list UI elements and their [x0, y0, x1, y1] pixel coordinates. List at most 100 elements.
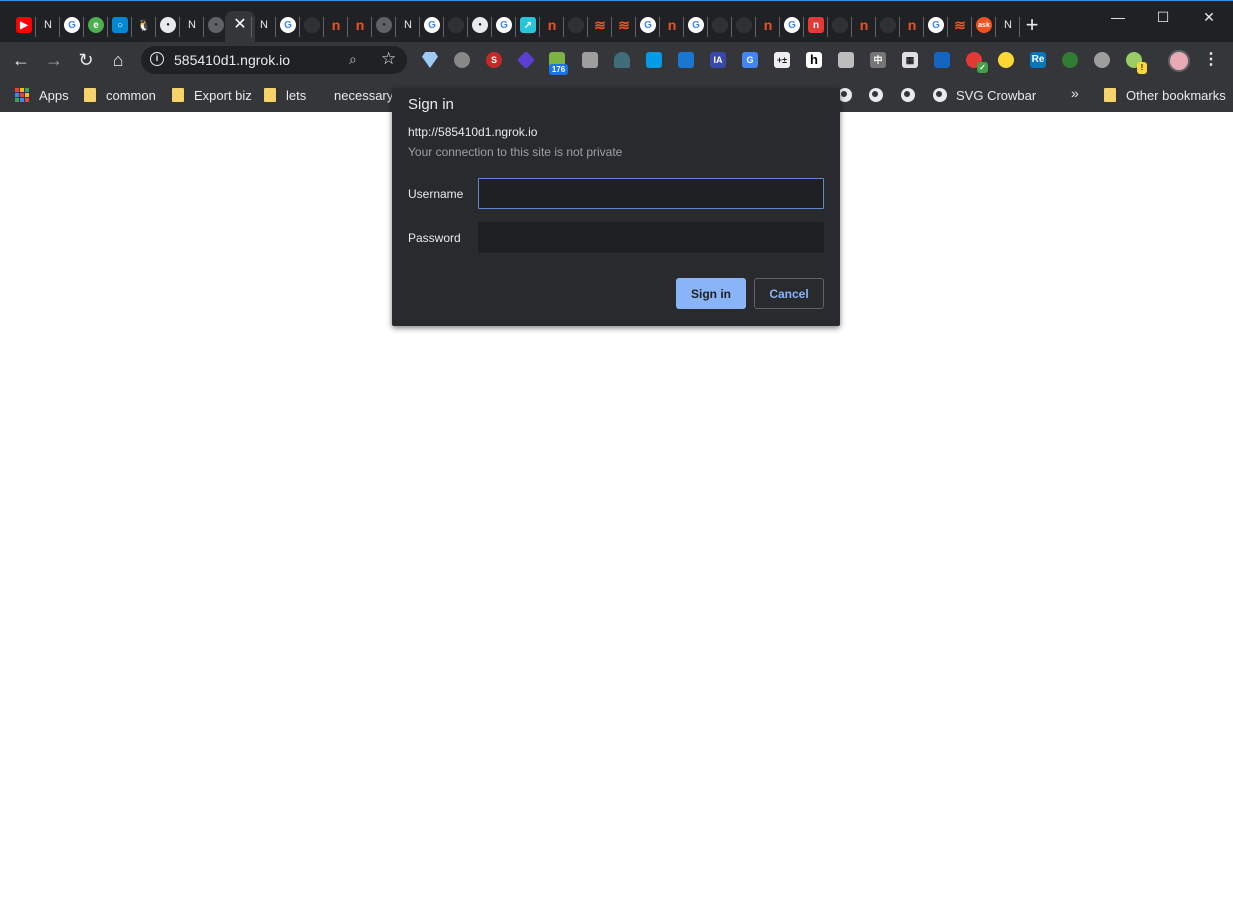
- tab[interactable]: N: [36, 11, 60, 43]
- close-window-button[interactable]: ✕: [1199, 7, 1219, 27]
- bookmarks-overflow-button[interactable]: »: [1071, 85, 1079, 101]
- bookmark-globe-2[interactable]: [869, 85, 892, 105]
- bookmark-star-icon[interactable]: ☆: [381, 49, 396, 69]
- tab[interactable]: n: [900, 11, 924, 43]
- tab[interactable]: G: [60, 11, 84, 43]
- h-extension-icon[interactable]: h: [806, 52, 822, 68]
- hat-extension-icon[interactable]: [454, 52, 470, 68]
- layers-extension-icon[interactable]: [516, 50, 536, 70]
- username-input[interactable]: [478, 178, 824, 209]
- tab[interactable]: G: [492, 11, 516, 43]
- tab[interactable]: n: [756, 11, 780, 43]
- css-extension-icon[interactable]: [678, 52, 694, 68]
- tab[interactable]: n: [324, 11, 348, 43]
- tab[interactable]: ○: [732, 11, 756, 43]
- close-tab-icon[interactable]: ✕: [233, 17, 246, 33]
- tab[interactable]: N: [252, 11, 276, 43]
- bookmark-apps[interactable]: Apps: [15, 85, 69, 105]
- tab[interactable]: G: [420, 11, 444, 43]
- bookmark-svg-crowbar[interactable]: SVG Crowbar: [933, 85, 1036, 105]
- zoom-icon[interactable]: ⌕: [349, 51, 357, 68]
- tab[interactable]: ○: [564, 11, 588, 43]
- tab[interactable]: ○: [828, 11, 852, 43]
- sign-in-button[interactable]: Sign in: [676, 278, 746, 309]
- bookmark-globe-1[interactable]: [838, 85, 861, 105]
- tab[interactable]: G: [276, 11, 300, 43]
- tab[interactable]: N: [996, 11, 1020, 43]
- password-input[interactable]: [478, 222, 824, 253]
- tab[interactable]: n: [660, 11, 684, 43]
- new-tab-button[interactable]: +: [1022, 14, 1042, 36]
- tab[interactable]: ≋: [948, 11, 972, 43]
- profile-avatar[interactable]: [1168, 50, 1190, 72]
- google-icon: G: [496, 17, 512, 33]
- omnibox[interactable]: i 585410d1.ngrok.io ⌕ ☆: [141, 46, 407, 74]
- tab[interactable]: ↗: [516, 11, 540, 43]
- chinese-extension-icon[interactable]: 中: [870, 52, 886, 68]
- diamond-extension-icon[interactable]: [422, 52, 438, 68]
- maximize-button[interactable]: ☐: [1153, 7, 1173, 27]
- bookmark-folder-common[interactable]: common: [84, 85, 156, 105]
- tab[interactable]: G: [684, 11, 708, 43]
- bookmark-other-bookmarks[interactable]: Other bookmarks: [1104, 85, 1226, 105]
- plus-minus-extension-icon[interactable]: +±: [774, 52, 790, 68]
- tab[interactable]: ○: [108, 11, 132, 43]
- home-button[interactable]: ⌂: [107, 49, 129, 71]
- cloud-extension-icon[interactable]: [614, 52, 630, 68]
- tab[interactable]: ●: [468, 11, 492, 43]
- tab[interactable]: N: [180, 11, 204, 43]
- tab[interactable]: G: [780, 11, 804, 43]
- translate-extension-icon[interactable]: G: [742, 52, 758, 68]
- tux-icon: 🐧: [137, 19, 151, 32]
- bookmark-folder-necessary[interactable]: necessary: [324, 85, 392, 105]
- site-info-icon[interactable]: i: [150, 52, 164, 66]
- bookmark-folder-export-biz[interactable]: Export biz: [172, 85, 252, 105]
- person-extension-icon[interactable]: [998, 52, 1014, 68]
- url-text[interactable]: 585410d1.ngrok.io: [174, 52, 290, 68]
- pen-extension-icon[interactable]: [1062, 52, 1078, 68]
- minimize-button[interactable]: —: [1108, 7, 1128, 27]
- tab[interactable]: n: [852, 11, 876, 43]
- tab[interactable]: ●: [372, 11, 396, 43]
- dialog-origin: http://585410d1.ngrok.io: [408, 125, 538, 139]
- tab[interactable]: ○: [444, 11, 468, 43]
- tab[interactable]: n: [804, 11, 828, 43]
- tab[interactable]: ask: [972, 11, 996, 43]
- window-extension-icon[interactable]: [646, 52, 662, 68]
- notion-icon: N: [188, 19, 196, 31]
- back-button[interactable]: ←: [10, 49, 32, 71]
- bookmark-globe-3[interactable]: [901, 85, 924, 105]
- tab[interactable]: N: [396, 11, 420, 43]
- tab[interactable]: G: [924, 11, 948, 43]
- globe-icon: ●: [472, 17, 488, 33]
- tab[interactable]: ○: [300, 11, 324, 43]
- stackoverflow-icon: ≋: [954, 16, 966, 33]
- tab-strip: ▶ N Ge ○ 🐧 ● N ● ✕ N G ○ n n ● N G ○ ● G ↗ n ○ ≋ ≋ Gn G ○ ○ n Gn ○ n ○ n G ≋…: [0, 0, 1233, 43]
- check-badge-icon: ✓: [977, 62, 988, 73]
- tab[interactable]: ●: [156, 11, 180, 43]
- tab[interactable]: ≋: [588, 11, 612, 43]
- reload-button[interactable]: ↻: [75, 49, 97, 71]
- qr-extension-icon[interactable]: ▦: [902, 52, 918, 68]
- tab[interactable]: n: [348, 11, 372, 43]
- forward-button[interactable]: →: [43, 49, 65, 71]
- dots-extension-icon[interactable]: [1094, 52, 1110, 68]
- tab[interactable]: e: [84, 11, 108, 43]
- s-extension-icon[interactable]: S: [486, 52, 502, 68]
- menu-icon[interactable]: ⋮: [1203, 50, 1219, 70]
- toolbar: ← → ↻ ⌂ i 585410d1.ngrok.io ⌕ ☆ S 176 IA…: [0, 42, 1233, 78]
- bookmark-folder-lets[interactable]: lets: [264, 85, 306, 105]
- tab[interactable]: ≋: [612, 11, 636, 43]
- briefcase-extension-icon[interactable]: [838, 52, 854, 68]
- re-extension-icon[interactable]: Re: [1030, 52, 1046, 68]
- ia-extension-icon[interactable]: IA: [710, 52, 726, 68]
- keyboard-extension-icon[interactable]: [582, 52, 598, 68]
- tab[interactable]: ○: [876, 11, 900, 43]
- cancel-button[interactable]: Cancel: [754, 278, 824, 309]
- tab[interactable]: ▶: [12, 11, 36, 43]
- tab[interactable]: n: [540, 11, 564, 43]
- print-extension-icon[interactable]: [934, 52, 950, 68]
- tab[interactable]: ○: [708, 11, 732, 43]
- tab[interactable]: G: [636, 11, 660, 43]
- tab[interactable]: 🐧: [132, 11, 156, 43]
